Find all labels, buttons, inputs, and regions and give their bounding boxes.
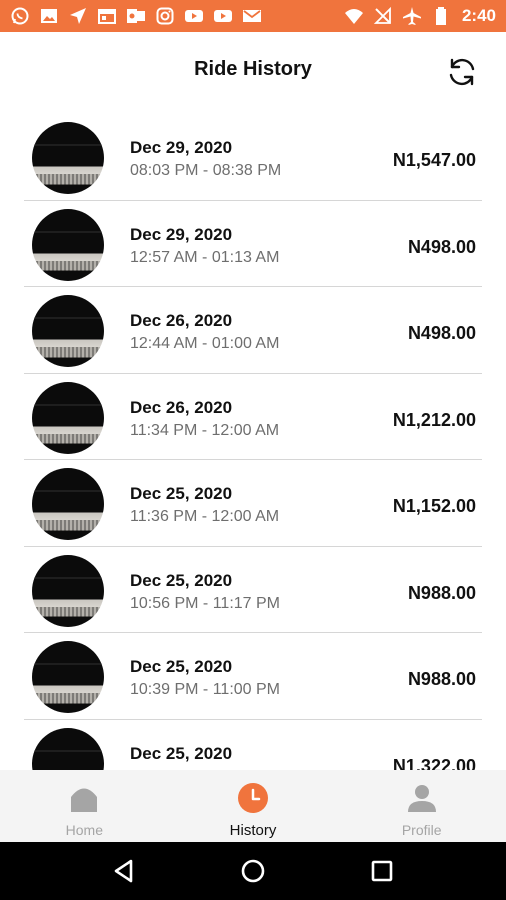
ride-thumbnail <box>32 641 104 713</box>
refresh-icon <box>449 58 475 86</box>
ride-time: 11:34 PM - 12:00 AM <box>130 421 280 439</box>
ride-amount: N988.00 <box>407 669 476 689</box>
status-bar: 2:40 <box>0 0 506 32</box>
ride-amount: N1,212.00 <box>392 409 476 430</box>
ride-time: 12:57 AM - 01:13 AM <box>130 248 280 266</box>
ride-thumbnail <box>32 554 104 627</box>
airplane-icon <box>402 6 422 26</box>
page-title: Ride History <box>194 58 312 80</box>
ride-date: Dec 29, 2020 <box>130 138 233 157</box>
android-nav-bar <box>0 842 506 900</box>
notification-icons <box>10 6 262 26</box>
clock-icon <box>237 782 269 814</box>
ride-thumbnail <box>32 468 104 540</box>
ride-date: Dec 26, 2020 <box>130 311 233 330</box>
ride-date: Dec 25, 2020 <box>130 657 233 676</box>
back-icon <box>115 859 133 883</box>
ride-time: 10:56 PM - 11:17 PM <box>130 594 280 612</box>
nav-profile[interactable]: Profile <box>337 770 506 842</box>
nav-label-profile: Profile <box>401 822 442 838</box>
recents-icon <box>371 860 392 882</box>
system-icons: 2:40 <box>344 6 496 26</box>
calendar-icon <box>97 6 117 26</box>
nav-home[interactable]: Home <box>0 770 169 842</box>
ride-row[interactable]: Dec 25, 2020 10:56 PM - 11:17 PM N988.00 <box>24 547 482 633</box>
ride-row[interactable]: Dec 25, 2020 11:36 PM - 12:00 AM N1,152.… <box>24 460 482 547</box>
wifi-icon <box>344 6 364 26</box>
home-circle-icon <box>241 859 265 883</box>
youtube-icon <box>213 6 233 26</box>
ride-row[interactable]: Dec 29, 2020 08:03 PM - 08:38 PM N1,547.… <box>24 114 482 201</box>
back-button[interactable] <box>104 851 144 891</box>
navigation-icon <box>68 6 88 26</box>
header: Ride History <box>0 32 506 114</box>
ride-row[interactable]: Dec 25, 2020 10:39 PM - 11:00 PM N988.00 <box>24 633 482 720</box>
ride-amount: N498.00 <box>407 323 476 343</box>
ride-time: 11:36 PM - 12:00 AM <box>130 508 280 525</box>
ride-date: Dec 25, 2020 <box>130 484 233 503</box>
nav-history[interactable]: History <box>169 770 338 842</box>
person-icon <box>406 782 438 814</box>
ride-time: 12:44 AM - 01:00 AM <box>130 335 280 352</box>
ride-time: 08:03 PM - 08:38 PM <box>130 162 282 179</box>
ride-thumbnail <box>32 122 104 194</box>
gmail-icon <box>242 6 262 26</box>
ride-amount: N988.00 <box>407 582 476 603</box>
ride-amount: N1,152.00 <box>392 496 476 516</box>
ride-amount: N1,547.00 <box>392 150 476 170</box>
image-icon <box>39 6 59 26</box>
ride-thumbnail <box>32 381 104 454</box>
home-system-button[interactable] <box>233 851 273 891</box>
ride-thumbnail <box>32 727 104 770</box>
ride-date: Dec 25, 2020 <box>130 570 233 590</box>
refresh-button[interactable] <box>442 52 482 92</box>
status-time: 2:40 <box>461 6 496 25</box>
recents-button[interactable] <box>362 851 402 891</box>
nav-label-history: History <box>229 822 277 839</box>
battery-icon <box>431 6 451 26</box>
ride-thumbnail <box>32 295 104 367</box>
ride-list[interactable]: Dec 29, 2020 08:03 PM - 08:38 PM N1,547.… <box>0 114 506 770</box>
home-icon <box>68 782 100 814</box>
ride-date: Dec 25, 2020 <box>130 743 233 763</box>
instagram-icon <box>155 6 175 26</box>
nav-label-home: Home <box>65 822 104 838</box>
ride-row[interactable]: Dec 26, 2020 12:44 AM - 01:00 AM N498.00 <box>24 287 482 374</box>
ride-amount: N498.00 <box>407 236 476 257</box>
no-signal-icon <box>373 6 393 26</box>
ride-time: 10:39 PM - 11:00 PM <box>130 681 280 698</box>
bottom-nav: Home History Profile <box>0 770 506 842</box>
ride-amount: N1,322.00 <box>392 755 476 771</box>
ride-date: Dec 26, 2020 <box>130 397 233 417</box>
ride-row[interactable]: Dec 26, 2020 11:34 PM - 12:00 AM N1,212.… <box>24 374 482 460</box>
youtube-icon <box>184 6 204 26</box>
whatsapp-icon <box>10 6 30 26</box>
ride-row[interactable]: Dec 25, 2020 N1,322.00 <box>24 720 482 771</box>
ride-row[interactable]: Dec 29, 2020 12:57 AM - 01:13 AM N498.00 <box>24 201 482 287</box>
ride-thumbnail <box>32 208 104 281</box>
ride-date: Dec 29, 2020 <box>130 224 233 244</box>
outlook-icon <box>126 6 146 26</box>
